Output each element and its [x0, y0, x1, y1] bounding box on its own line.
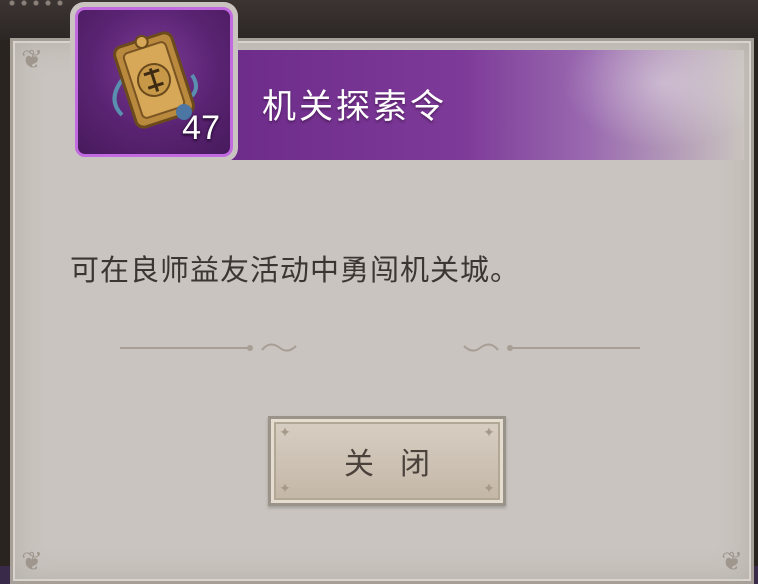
corner-ornament-icon: ❦ — [721, 547, 743, 577]
item-name: 机关探索令 — [262, 87, 447, 127]
item-description: 可在良师益友活动中勇闯机关城。 — [70, 253, 521, 287]
background-dots — [6, 0, 66, 6]
item-slot-frame: 47 — [70, 2, 238, 162]
corner-ornament-icon: ❦ — [21, 547, 43, 577]
close-button-label: 关闭 — [344, 447, 456, 482]
corner-ornament-icon: ❦ — [21, 45, 43, 75]
item-count: 47 — [182, 109, 220, 147]
close-button[interactable]: ✦ ✦ ✦ ✦ 关闭 — [268, 416, 506, 506]
ornamental-divider — [120, 343, 640, 352]
item-slot: 47 — [75, 7, 233, 157]
